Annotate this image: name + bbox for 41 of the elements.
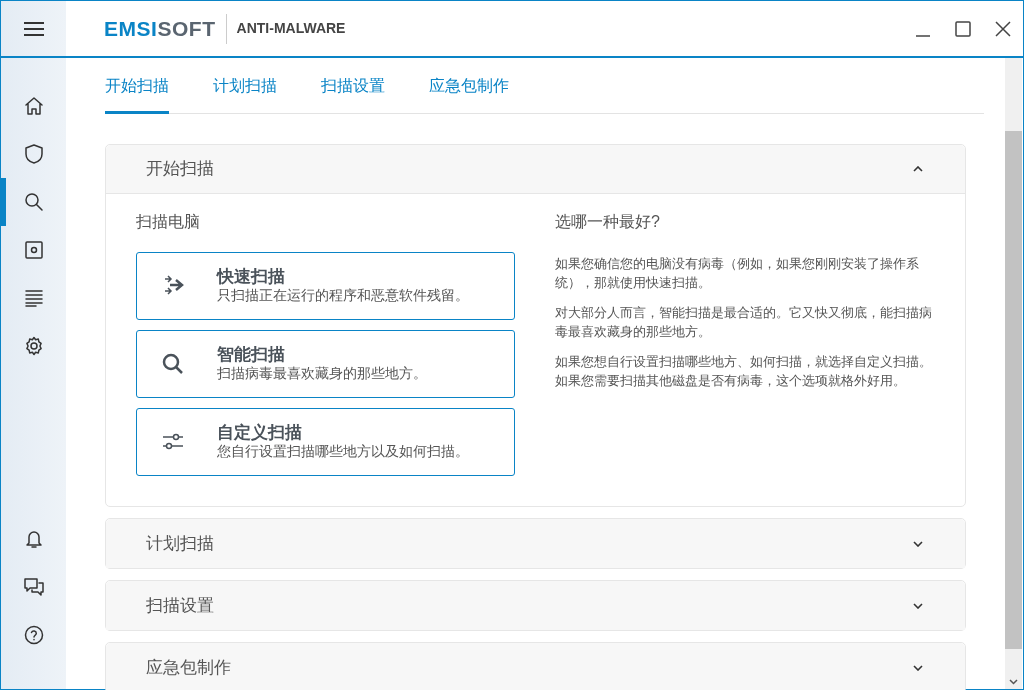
option-description: 您自行设置扫描哪些地方以及如何扫描。: [217, 442, 469, 460]
help-paragraph: 对大部分人而言，智能扫描是最合适的。它又快又彻底，能扫描病毒最喜欢藏身的那些地方。: [555, 304, 933, 341]
section-title[interactable]: 开始扫描: [146, 156, 214, 182]
section-heading: 扫描电脑: [136, 212, 201, 232]
scroll-down-icon[interactable]: [1009, 679, 1018, 685]
option-title: 快速扫描: [217, 268, 286, 286]
scan-option-button[interactable]: 自定义扫描 您自行设置扫描哪些地方以及如何扫描。: [136, 408, 515, 476]
close-icon[interactable]: [995, 20, 1011, 37]
help-paragraph: 如果您确信您的电脑没有病毒（例如，如果您刚刚安装了操作系统），那就使用快速扫描。: [555, 255, 920, 292]
section-title[interactable]: 扫描设置: [146, 592, 214, 619]
square-target-icon: [22, 239, 45, 261]
section-heading: 选哪一种最好?: [555, 212, 661, 232]
tab[interactable]: 应急包制作: [429, 58, 509, 114]
search-icon: [161, 352, 185, 376]
list-lines-icon: [22, 287, 45, 309]
search-icon: [22, 191, 45, 213]
section-title[interactable]: 应急包制作: [146, 654, 231, 681]
home-icon: [22, 95, 45, 117]
product-name: ANTI-MALWARE: [236, 19, 346, 38]
tab[interactable]: 计划扫描: [213, 58, 277, 114]
option-title: 智能扫描: [217, 346, 286, 364]
shield-icon: [22, 143, 45, 165]
chat-icon[interactable]: [22, 576, 45, 598]
chevron-down-icon[interactable]: [913, 602, 923, 609]
tab[interactable]: 扫描设置: [321, 58, 385, 114]
menu-icon[interactable]: [22, 20, 45, 37]
option-description: 只扫描正在运行的程序和恶意软件残留。: [217, 286, 469, 304]
maximize-icon[interactable]: [955, 20, 971, 37]
section-title[interactable]: 计划扫描: [146, 530, 214, 557]
scrollbar-thumb[interactable]: [1005, 131, 1022, 649]
help-paragraph: 如果您想自行设置扫描哪些地方、如何扫描，就选择自定义扫描。如果您需要扫描其他磁盘是否有病毒，这个选项就格外好用。: [555, 353, 933, 390]
scan-option-button[interactable]: 快速扫描 只扫描正在运行的程序和恶意软件残留。: [136, 252, 515, 320]
option-title: 自定义扫描: [217, 424, 303, 442]
chevron-up-icon[interactable]: [913, 166, 923, 172]
chevron-down-icon[interactable]: [913, 540, 923, 547]
scan-option-button[interactable]: 智能扫描 扫描病毒最喜欢藏身的那些地方。: [136, 330, 515, 398]
tab[interactable]: 开始扫描: [105, 58, 169, 114]
logo: EMSISOFT: [104, 15, 216, 42]
chevron-down-icon[interactable]: [913, 664, 923, 671]
help-icon[interactable]: [22, 624, 45, 646]
option-description: 扫描病毒最喜欢藏身的那些地方。: [217, 364, 427, 382]
